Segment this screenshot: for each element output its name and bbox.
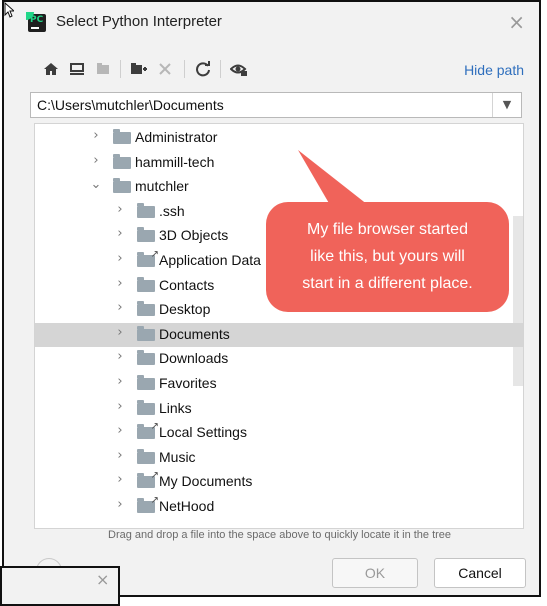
tree-item-label: NetHood [159,498,215,514]
chevron-right-icon[interactable]: › [113,375,127,389]
shortcut-arrow-icon: ↗ [150,421,159,433]
folder-icon [137,227,155,243]
pycharm-icon: PC [26,12,46,32]
folder-icon [137,202,155,218]
home-icon[interactable] [40,58,62,80]
background-dialog: × [0,566,120,606]
folder-shortcut-icon: ↗ [137,470,159,489]
chevron-down-icon[interactable]: ⌄ [89,178,103,192]
new-folder-icon[interactable] [128,58,150,80]
chevron-down-icon[interactable]: ▼ [492,93,521,117]
tree-item-label: Application Data [159,252,261,268]
tree-item-label: Links [159,399,192,416]
window-title: Select Python Interpreter [56,13,222,30]
path-combobox[interactable]: ▼ [30,92,522,118]
folder-icon [113,153,131,169]
chevron-right-icon[interactable]: › [113,424,127,438]
tree-row[interactable]: ⌄ mutchler [35,175,523,199]
tree-item-label: hammill-tech [135,153,215,170]
chevron-right-icon[interactable]: › [113,301,127,315]
title-bar: PC Select Python Interpreter × [4,2,539,42]
hide-path-link[interactable]: Hide path [464,62,524,78]
callout-line-2: like this, but yours will [310,248,465,265]
shortcut-arrow-icon: ↗ [150,495,159,506]
chevron-right-icon[interactable]: › [113,325,127,340]
tree-row[interactable]: › ↗ NetHood [35,495,523,519]
folder-icon [137,276,155,292]
folder-icon [137,448,155,464]
toolbar: Hide path [4,54,539,84]
folder-icon [113,178,131,194]
drag-drop-hint: Drag and drop a file into the space abov… [108,529,452,541]
cancel-button[interactable]: Cancel [434,558,526,588]
tree-item-label: Desktop [159,301,211,318]
tree-item-label: My Documents [159,473,253,490]
chevron-right-icon[interactable]: › [113,473,127,487]
folder-shortcut-icon: ↗ [137,495,159,513]
tree-row[interactable]: › Music [35,446,523,470]
callout-line-1: My file browser started [307,221,468,238]
close-icon[interactable]: × [96,570,109,589]
tree-item-label: 3D Objects [159,227,229,244]
tree-row[interactable]: › Links [35,397,523,421]
cursor-icon [4,2,14,18]
tree-item-label: Music [159,448,196,465]
shortcut-arrow-icon: ↗ [150,249,159,260]
tree-row[interactable]: › Favorites [35,372,523,396]
file-tree[interactable]: › Administrator › hammill-tech ⌄ mutchler › .ss… [34,123,524,529]
path-input[interactable] [31,93,493,117]
folder-icon [137,375,155,390]
desktop-icon[interactable] [66,58,88,80]
tree-item-label: Favorites [159,375,217,391]
chevron-right-icon[interactable]: › [113,350,127,364]
tree-row[interactable]: › hammill-tech [35,151,523,175]
folder-icon [113,129,131,144]
folder-icon [137,350,155,366]
chevron-right-icon[interactable]: › [113,399,127,414]
folder-shortcut-icon: ↗ [137,421,159,440]
tree-item-label: Local Settings [159,424,247,441]
ok-button[interactable]: OK [332,558,418,588]
chevron-right-icon[interactable]: › [113,276,127,291]
chevron-right-icon[interactable]: › [113,202,127,217]
chevron-right-icon[interactable]: › [89,129,103,143]
tree-row[interactable]: › Documents [35,322,523,347]
chevron-right-icon[interactable]: › [89,153,103,168]
folder-icon [137,301,155,317]
chevron-right-icon[interactable]: › [113,448,127,463]
callout-line-3: start in a different place. [302,275,473,292]
project-icon[interactable] [92,58,114,80]
chevron-right-icon[interactable]: › [113,227,127,241]
refresh-icon[interactable] [192,58,214,80]
tree-row[interactable]: › ↗ Local Settings [35,421,523,445]
show-hidden-icon[interactable] [228,58,250,80]
folder-icon [137,399,155,415]
tree-item-label: .ssh [159,202,185,219]
tree-row[interactable]: › Administrator [35,126,523,150]
tree-item-label: Contacts [159,276,215,293]
chevron-right-icon[interactable]: › [113,252,127,266]
tree-row[interactable]: › ↗ My Documents [35,470,523,494]
folder-icon [137,325,155,341]
shortcut-arrow-icon: ↗ [150,470,159,482]
chevron-right-icon[interactable]: › [113,498,127,512]
close-icon[interactable]: × [508,10,525,34]
tree-item-label: Administrator [135,129,218,145]
tree-item-label: Documents [159,325,230,342]
annotation-callout: My file browser started like this, but y… [266,202,509,312]
tree-row[interactable]: › Downloads [35,347,523,371]
tree-item-label: Downloads [159,350,229,367]
folder-shortcut-icon: ↗ [137,249,159,267]
tree-item-label: mutchler [135,178,189,195]
delete-icon[interactable] [154,58,176,80]
